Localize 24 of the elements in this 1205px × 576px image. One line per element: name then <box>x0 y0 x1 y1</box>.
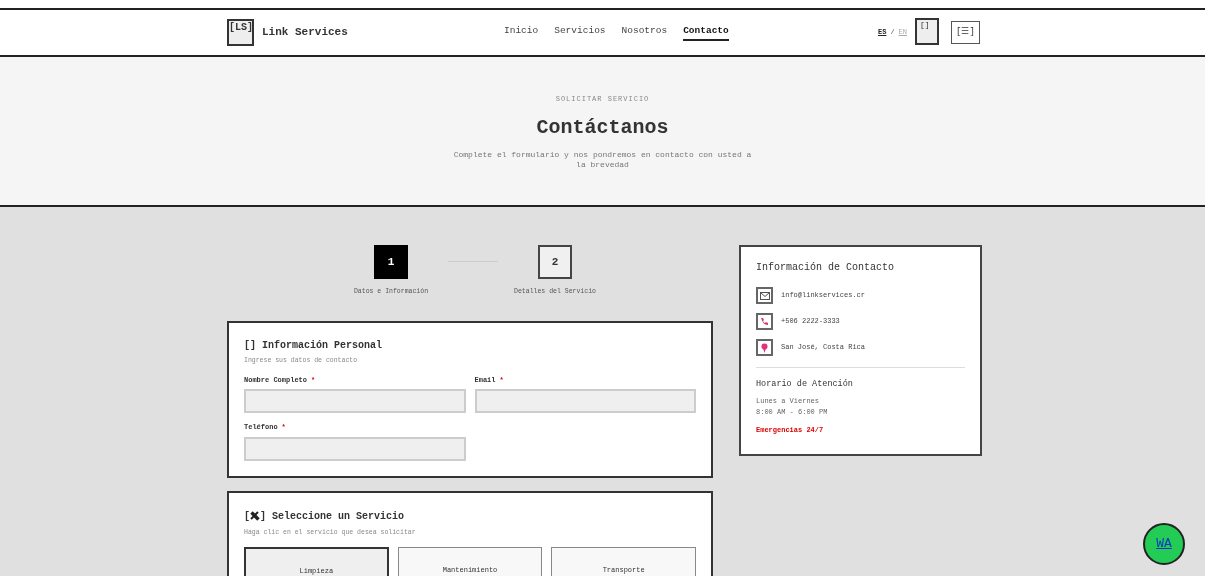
text-field[interactable] <box>244 436 466 461</box>
step-number: 1 <box>374 245 408 279</box>
brand-name[interactable]: Link Services <box>262 24 348 41</box>
section-title: [ <box>244 509 250 524</box>
pin-icon <box>761 342 768 353</box>
logo[interactable]: [LS] <box>227 19 254 46</box>
page-subtitle: Complete el formulario y nos pondremos en contacto con usted a la brevedad <box>452 149 753 170</box>
step-number: 2 <box>538 245 572 279</box>
page-title: Contáctanos <box>536 114 669 141</box>
card-title: Información de Contacto <box>756 261 896 275</box>
whatsapp-button[interactable]: WA <box>1143 523 1185 565</box>
envelope-icon <box>759 291 770 300</box>
phone-icon <box>760 317 769 326</box>
text-field[interactable] <box>474 389 696 413</box>
nav-link[interactable]: Servicios <box>554 23 606 42</box>
theme-toggle-button[interactable]: [] <box>915 18 939 45</box>
nav-link[interactable]: Contacto <box>683 23 729 42</box>
text-field[interactable] <box>244 389 466 413</box>
nav-link[interactable]: Nosotros <box>621 23 668 42</box>
hours-title: Horario de Atención <box>756 378 854 391</box>
nav-link[interactable]: Inicio <box>504 23 539 42</box>
menu-button[interactable]: [☰] <box>951 21 980 44</box>
section-title: ] Seleccione un Servicio <box>260 509 405 524</box>
section-title: [] Información Personal <box>244 338 384 353</box>
